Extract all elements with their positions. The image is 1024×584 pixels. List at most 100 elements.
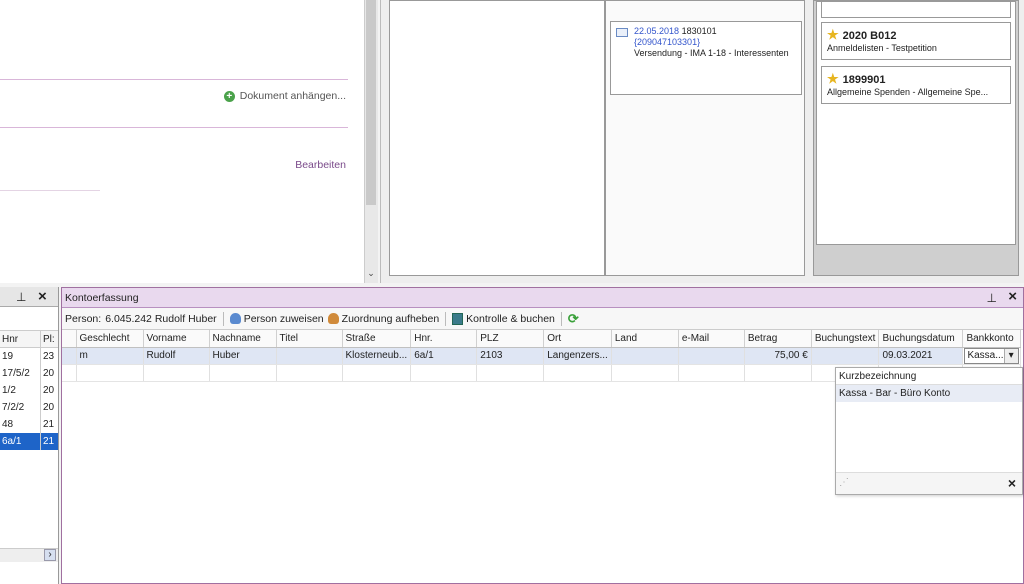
cell-email[interactable]	[678, 347, 745, 365]
pin-icon[interactable]: ⊥	[987, 288, 997, 308]
assign-person-button[interactable]: Person zuweisen	[229, 308, 324, 330]
campaign-card[interactable]: ★ 2020 B012 Anmeldelisten - Testpetition	[821, 22, 1011, 60]
cell: 23	[40, 348, 59, 365]
close-icon[interactable]: ×	[38, 288, 47, 305]
cell[interactable]	[476, 364, 545, 382]
column-header[interactable]: PLZ	[476, 330, 545, 348]
cell: 21	[40, 433, 59, 450]
cell[interactable]	[143, 364, 210, 382]
refresh-icon[interactable]: ⟳	[568, 308, 579, 330]
close-icon[interactable]: ×	[1008, 287, 1017, 307]
cell-ort[interactable]: Langenzers...	[543, 347, 612, 365]
pin-icon[interactable]: ⊥	[16, 290, 26, 304]
cell-bankkonto[interactable]: Kassa... ▾	[962, 347, 1021, 365]
cell: 7/2/2	[2, 402, 25, 413]
dropdown-footer: ⋰ ×	[836, 472, 1022, 494]
cell-nachname[interactable]: Huber	[209, 347, 277, 365]
separator	[222, 311, 224, 326]
column-header[interactable]: Straße	[342, 330, 412, 348]
campaign-desc: Anmeldelisten - Testpetition	[827, 43, 937, 53]
cell-strasse[interactable]: Klosterneub...	[342, 347, 412, 365]
cell[interactable]	[342, 364, 412, 382]
cell[interactable]	[543, 364, 612, 382]
column-header[interactable]: Vorname	[143, 330, 210, 348]
toolbar-spacer	[0, 307, 58, 331]
cell[interactable]	[410, 364, 478, 382]
cell-titel[interactable]	[276, 347, 343, 365]
list-item[interactable]: 48 21	[0, 416, 58, 433]
assign-person-label: Person zuweisen	[243, 312, 324, 325]
bankkonto-select-value[interactable]: Kassa...	[965, 349, 1003, 363]
list-item[interactable]: 7/2/2 20	[0, 399, 58, 416]
resize-grip-icon[interactable]: ⋰	[839, 477, 849, 488]
attach-document-link[interactable]: + Dokument anhängen...	[223, 90, 346, 102]
list-item-selected[interactable]: 6a/1 21	[0, 433, 58, 450]
cell-betrag[interactable]: 75,00 €	[744, 347, 812, 365]
cell: 19	[2, 351, 14, 362]
cell-geschlecht[interactable]: m	[76, 347, 144, 365]
cell-buchungsdatum[interactable]: 09.03.2021	[878, 347, 964, 365]
list-item[interactable]: 17/5/2 20	[0, 365, 58, 382]
cell-land[interactable]	[611, 347, 679, 365]
campaign-card[interactable]: ★ 1899901 Allgemeine Spenden - Allgemeine…	[821, 66, 1011, 104]
person-icon	[229, 313, 241, 325]
cell[interactable]	[744, 364, 812, 382]
column-header[interactable]: e-Mail	[678, 330, 745, 348]
column-header[interactable]: Betrag	[744, 330, 812, 348]
cell[interactable]	[276, 364, 343, 382]
column-header[interactable]: Nachname	[209, 330, 277, 348]
campaign-code: 2020 B012	[842, 30, 897, 42]
cell[interactable]	[678, 364, 745, 382]
column-header[interactable]: Hnr.	[410, 330, 478, 348]
table-row[interactable]: m Rudolf Huber Klosterneub... 6a/1 2103 …	[62, 347, 1021, 365]
table-header-row: Geschlecht Vorname Nachname Titel Straße…	[62, 330, 1021, 348]
cell-hnr[interactable]: 6a/1	[410, 347, 478, 365]
star-icon: ★	[827, 71, 839, 86]
separator	[560, 311, 562, 326]
cell: 17/5/2	[2, 368, 30, 379]
cell[interactable]	[76, 364, 144, 382]
list-item[interactable]: 19 23	[0, 348, 58, 365]
mailing-card[interactable]: 22.05.2018 1830101 {209047103301} Versen…	[610, 21, 802, 95]
list-titlebar: ⊥ ×	[0, 287, 58, 307]
check-book-button[interactable]: Kontrolle & buchen	[452, 308, 555, 330]
dropdown-option[interactable]: Kassa - Bar - Büro Konto	[836, 385, 1022, 402]
divider	[0, 190, 100, 191]
cell-plz[interactable]: 2103	[476, 347, 545, 365]
empty-panel	[389, 0, 605, 276]
scrollbar-thumb[interactable]	[366, 0, 376, 205]
edit-link[interactable]: Bearbeiten	[295, 159, 346, 171]
mailing-ref[interactable]: {209047103301}	[634, 37, 700, 47]
cell[interactable]	[209, 364, 277, 382]
address-list-panel: ⊥ × Hnr Pl: 19 23 17/5/2 20 1/2 20 7/2/2 20 …	[0, 287, 59, 584]
campaign-desc: Allgemeine Spenden - Allgemeine Spe...	[827, 87, 989, 97]
divider	[0, 127, 348, 128]
dropdown-arrow-icon[interactable]: ▾	[1003, 348, 1018, 363]
unassign-button[interactable]: Zuordnung aufheben	[327, 308, 439, 330]
cell[interactable]	[611, 364, 679, 382]
column-header[interactable]: Buchungsdatum	[878, 330, 964, 348]
column-header[interactable]: Land	[611, 330, 679, 348]
plus-icon: +	[223, 90, 235, 102]
close-icon[interactable]: ×	[1008, 475, 1016, 491]
column-header[interactable]: Buchungstext	[811, 330, 880, 348]
list-item[interactable]: 1/2 20	[0, 382, 58, 399]
column-header[interactable]: Pl:	[40, 331, 59, 348]
list-header: Hnr Pl:	[0, 331, 58, 348]
column-header[interactable]: Bankkonto	[962, 330, 1021, 348]
check-book-label: Kontrolle & buchen	[466, 312, 555, 325]
column-header[interactable]: Hnr	[2, 331, 18, 348]
scroll-right-icon[interactable]: ›	[44, 549, 56, 561]
column-header[interactable]: Geschlecht	[76, 330, 144, 348]
horizontal-scrollbar[interactable]: ›	[0, 548, 58, 562]
column-header[interactable]: Titel	[276, 330, 343, 348]
cell-buchungstext[interactable]	[811, 347, 880, 365]
cell-vorname[interactable]: Rudolf	[143, 347, 210, 365]
chevron-down-icon[interactable]: ⌄	[364, 268, 378, 282]
book-icon	[452, 312, 464, 325]
campaign-card-cut	[821, 2, 1011, 18]
mailing-date[interactable]: 22.05.2018	[634, 26, 679, 36]
right-area: 22.05.2018 1830101 {209047103301} Versen…	[380, 0, 1024, 283]
attach-document-label: Dokument anhängen...	[239, 90, 346, 102]
column-header[interactable]: Ort	[543, 330, 612, 348]
